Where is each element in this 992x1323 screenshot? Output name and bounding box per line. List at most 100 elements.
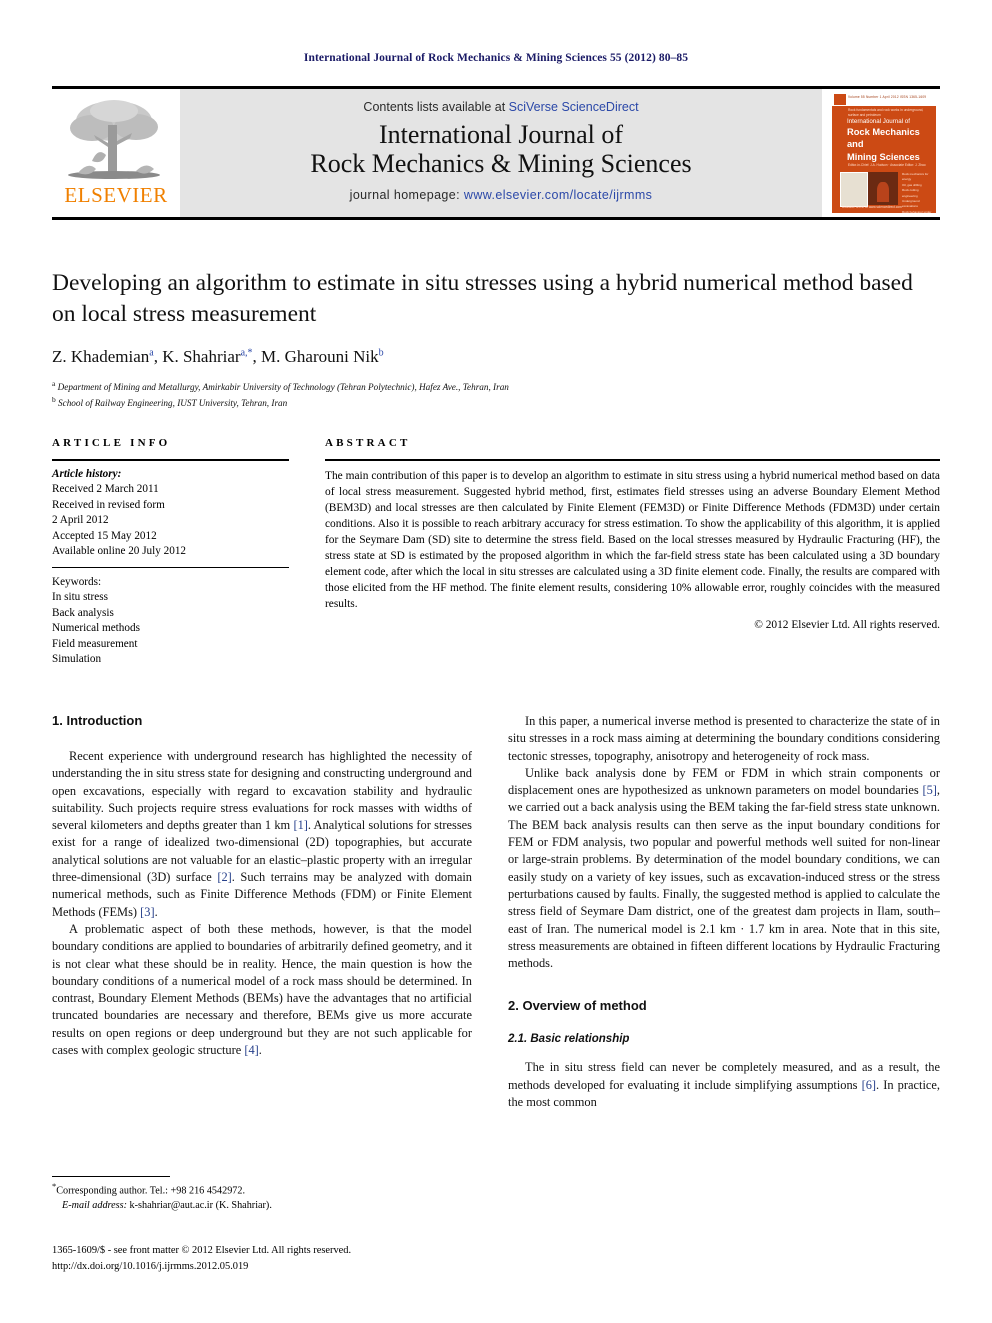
para-text: , we carried out a back analysis using t… [508,783,940,971]
cover-title-l1: International Journal of [847,118,910,125]
paragraph-intro-2: A problematic aspect of both these metho… [52,921,472,1059]
title-block: Developing an algorithm to estimate in s… [52,268,940,411]
article-info-rule-top [52,459,289,461]
cover-editors: Editor-in-Chief: J.A. Hudson · Associate… [848,163,926,167]
author-affil-mark: a,* [240,346,253,358]
author-sep: , [252,346,262,366]
cover-topic: Rock behaviour under excavation [902,209,932,213]
running-head: International Journal of Rock Mechanics … [303,52,689,64]
citation-ref[interactable]: [6] [862,1078,876,1092]
email-address[interactable]: k-shahriar@aut.ac.ir (K. Shahriar). [130,1200,272,1211]
corresponding-text: Corresponding author. Tel.: +98 216 4542… [56,1185,246,1197]
cover-volume-line: Volume 55 Number 1 April 2012 ISSN 1365-… [848,95,927,99]
cover-footer: Available online at www.sciencedirect.co… [842,205,902,209]
keywords-block: Keywords: In situ stress Back analysis N… [52,575,289,668]
cover-title: International Journal of Rock Mechanics … [847,118,935,164]
email-label: E-mail address: [62,1199,127,1211]
elsevier-logo: ELSEVIER [52,89,180,217]
cover-topic: Underground excavations [902,198,920,209]
cover-photo-left [840,172,868,207]
journal-masthead: ELSEVIER Contents lists available at Sci… [52,86,940,220]
para-text: A problematic aspect of both these metho… [52,921,472,1058]
keyword-item: Simulation [52,652,102,665]
citation-ref[interactable]: [4] [244,1043,258,1057]
sciencedirect-link[interactable]: SciVerse ScienceDirect [509,100,639,114]
doi-line[interactable]: http://dx.doi.org/10.1016/j.ijrmms.2012.… [52,1259,532,1275]
journal-cover: Volume 55 Number 1 April 2012 ISSN 1365-… [822,89,940,217]
section-heading-introduction: 1. Introduction [52,713,143,728]
masthead-bottom-rule [52,217,940,220]
para-text: . [258,1043,262,1058]
affiliation-mark: b [52,395,56,405]
journal-homepage: journal homepage: www.elsevier.com/locat… [180,188,822,202]
affiliation-text: School of Railway Engineering, IUST Univ… [58,398,288,409]
body-column-right: In this paper, a numerical inverse metho… [508,713,940,1111]
footnote-rule [52,1176,170,1177]
body-column-left: 1. Introduction Recent experience with u… [52,713,472,1059]
citation-ref[interactable]: [3] [140,905,154,919]
keyword-item: Field measurement [52,637,138,650]
article-history: Article history: Received 2 March 2011 R… [52,467,289,560]
cover-topic-list: Rock mechanics for energy Oil, gas drill… [902,172,932,213]
keyword-item: Back analysis [52,606,114,619]
author-name: Z. Khademian [52,346,150,366]
citation-ref[interactable]: [1] [293,818,307,832]
homepage-label: journal homepage: [349,188,464,203]
cover-photo-center [868,172,898,205]
cover-topic: Rock cutting engineering [902,188,919,198]
contents-prefix: Contents lists available at [363,100,509,114]
cover-kicker: Rock fundamentals and rock works in unde… [848,108,924,117]
citation-ref[interactable]: [2] [217,870,231,884]
keywords-label: Keywords: [52,575,102,588]
corresponding-author-note: *Corresponding author. Tel.: +98 216 454… [52,1180,472,1199]
citation-ref[interactable]: [5] [922,783,936,797]
contents-line: Contents lists available at SciVerse Sci… [180,89,822,114]
paragraph-right-1: In this paper, a numerical inverse metho… [508,714,940,763]
footnote-block: *Corresponding author. Tel.: +98 216 454… [52,1180,472,1213]
affiliation-text: Department of Mining and Metallurgy, Ami… [57,381,509,392]
affiliation-item: b School of Railway Engineering, IUST Un… [52,394,940,411]
affiliation-list: a Department of Mining and Metallurgy, A… [52,378,940,412]
cover-topic: Rock mechanics for energy [902,172,929,182]
article-history-label: Article history: [52,468,122,480]
author-list: Z. Khademiana, K. Shahriara,*, M. Gharou… [52,347,940,367]
journal-title-line2: Rock Mechanics & Mining Sciences [310,149,692,179]
keyword-item: Numerical methods [52,622,140,635]
author-affil-mark: b [378,346,384,358]
para-text: . [154,904,158,919]
abstract-text: The main contribution of this paper is t… [325,470,940,610]
abstract-block: ABSTRACT The main contribution of this p… [325,437,940,631]
copyright-line: © 2012 Elsevier Ltd. All rights reserved… [754,618,940,631]
paragraph-right-3: The in situ stress field can never be co… [508,1059,940,1111]
elsevier-wordmark: ELSEVIER [64,183,168,207]
article-info-block: ARTICLE INFO Article history: Received 2… [52,437,289,667]
page-title: Developing an algorithm to estimate in s… [52,270,913,328]
author-sep: , [153,346,163,366]
journal-title-line1: International Journal of [378,120,624,149]
article-info-rule-mid [52,566,289,568]
subsection-heading-basic-relationship: 2.1. Basic relationship [508,1033,630,1046]
history-item: Available online 20 July 2012 [52,545,187,558]
issn-copyright-line: 1365-1609/$ - see front matter © 2012 El… [52,1245,352,1256]
journal-banner: Contents lists available at SciVerse Sci… [180,89,822,217]
elsevier-tree-icon [68,100,160,179]
article-info-heading: ARTICLE INFO [52,437,171,449]
cover-title-l4: Mining Sciences [847,151,920,162]
homepage-url[interactable]: www.elsevier.com/locate/ijrmms [464,188,652,202]
history-item: Received in revised form [52,498,165,511]
abstract-heading: ABSTRACT [325,437,411,449]
journal-title: International Journal of Rock Mechanics … [180,120,822,178]
cover-title-l3: and [847,139,864,150]
section-heading-overview: 2. Overview of method [508,998,647,1014]
cover-title-l2: Rock Mechanics [847,126,920,137]
history-item: Received 2 March 2011 [52,483,159,496]
author-name: K. Shahriar [162,346,241,366]
author-name: M. Gharouni Nik [261,346,379,366]
footer-meta: 1365-1609/$ - see front matter © 2012 El… [52,1243,532,1274]
keyword-item: In situ stress [52,591,108,604]
paragraph-intro-1: Recent experience with underground resea… [52,748,472,921]
affiliation-mark: a [52,378,56,388]
para-text: Unlike back analysis done by FEM or FDM … [508,765,940,798]
affiliation-item: a Department of Mining and Metallurgy, A… [52,378,940,395]
cover-topbar: Volume 55 Number 1 April 2012 ISSN 1365-… [832,93,936,106]
